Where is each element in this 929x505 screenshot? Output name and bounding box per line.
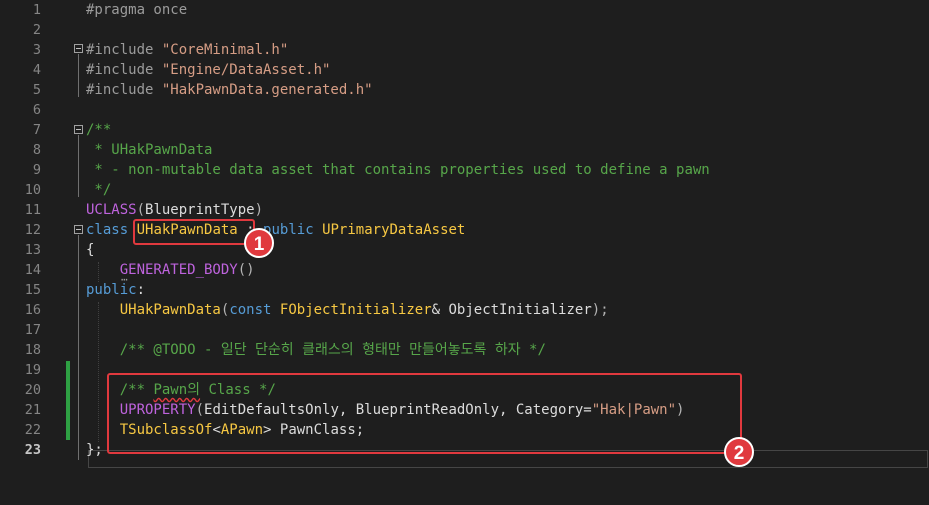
line-number: 21 — [24, 402, 41, 418]
line-number: 15 — [24, 282, 41, 298]
code-token: ObjectInitializer — [448, 302, 592, 318]
code-token: FObjectInitializer — [279, 302, 432, 318]
line-code: { — [86, 240, 94, 260]
code-token: ( — [136, 202, 146, 218]
code-token: ) — [254, 202, 264, 218]
code-token: "CoreMinimal.h" — [161, 42, 289, 58]
line-number: 12 — [24, 222, 41, 238]
line-code: /** — [86, 120, 111, 140]
line-number: 5 — [32, 82, 41, 98]
code-line[interactable]: 16 UHakPawnData(const FObjectInitializer… — [0, 300, 929, 320]
code-token: class — [86, 222, 129, 238]
highlight-box-class-name — [133, 219, 255, 245]
line-number: 14 — [24, 262, 41, 278]
line-number: 9 — [32, 162, 41, 178]
line-code: }; — [86, 440, 103, 460]
highlight-box-property — [107, 373, 742, 454]
code-token: { — [86, 242, 95, 258]
line-number: 10 — [24, 182, 41, 198]
line-code: #pragma once — [86, 0, 187, 20]
line-number: 8 — [32, 142, 41, 158]
code-token: * UHakPawnData — [86, 142, 213, 158]
code-token: /** — [86, 122, 112, 138]
code-token: ); — [591, 302, 609, 318]
line-number: 16 — [24, 302, 41, 318]
line-number: 6 — [32, 102, 41, 118]
code-editor[interactable]: 1 #pragma once 2 3 #include "CoreMinimal.h" 4… — [0, 0, 929, 505]
line-code: UCLASS(BlueprintType) — [86, 200, 263, 220]
line-number: 2 — [32, 22, 41, 38]
code-line[interactable]: 14 GENERATED_BODY() — [0, 260, 929, 280]
code-token: "HakPawnData.generated.h" — [161, 82, 373, 98]
line-code: */ — [86, 180, 111, 200]
line-number: 13 — [24, 242, 41, 258]
line-code: * - non-mutable data asset that contains… — [86, 160, 710, 180]
line-number: 17 — [24, 322, 41, 338]
code-token: }; — [86, 442, 103, 458]
line-number: 18 — [24, 342, 41, 358]
line-number: 7 — [32, 122, 41, 138]
line-number: 4 — [32, 62, 41, 78]
code-line[interactable]: 10 */ — [0, 180, 929, 200]
annotation-badge-2: 2 — [724, 437, 754, 467]
code-token: #include — [86, 42, 162, 58]
code-line[interactable]: 1 #pragma once — [0, 0, 929, 20]
line-code: * UHakPawnData — [86, 140, 212, 160]
code-line[interactable]: 2 — [0, 20, 929, 40]
code-token: /** @TODO - 일단 단순히 클래스의 형태만 만들어놓도록 하자 */ — [119, 342, 546, 358]
code-token: UPrimaryDataAsset — [322, 222, 466, 238]
code-token: #include — [86, 62, 162, 78]
line-number: 1 — [32, 2, 41, 18]
code-line[interactable]: 4 #include "Engine/DataAsset.h" — [0, 60, 929, 80]
line-number: 3 — [32, 42, 41, 58]
line-number: 22 — [24, 422, 41, 438]
code-token: () — [237, 262, 255, 278]
code-line[interactable]: 5 #include "HakPawnData.generated.h" — [0, 80, 929, 100]
line-code: UHakPawnData(const FObjectInitializer& O… — [86, 300, 609, 320]
code-token: BlueprintType — [145, 202, 255, 218]
code-line[interactable]: 11 UCLASS(BlueprintType) — [0, 200, 929, 220]
code-token: * - non-mutable data asset that contains… — [86, 162, 710, 178]
code-token: "Engine/DataAsset.h" — [161, 62, 331, 78]
line-number: 23 — [24, 442, 41, 458]
collapsed-hint-dots: ⋯ — [121, 273, 129, 286]
line-code: #include "HakPawnData.generated.h" — [86, 80, 373, 100]
code-line[interactable]: 7 /** — [0, 120, 929, 140]
line-code: #include "CoreMinimal.h" — [86, 40, 288, 60]
code-token: UCLASS — [86, 202, 137, 218]
code-line[interactable]: 6 — [0, 100, 929, 120]
code-token: #include — [86, 82, 162, 98]
code-line[interactable]: 15 public: — [0, 280, 929, 300]
line-code: #include "Engine/DataAsset.h" — [86, 60, 330, 80]
code-line[interactable]: 3 #include "CoreMinimal.h" — [0, 40, 929, 60]
line-number: 11 — [24, 202, 41, 218]
line-code: GENERATED_BODY() — [86, 260, 255, 280]
line-number: 19 — [24, 362, 41, 378]
code-line[interactable]: 17 — [0, 320, 929, 340]
code-token: const — [229, 302, 272, 318]
code-token: GENERATED_BODY — [119, 262, 238, 278]
code-token: & — [431, 302, 449, 318]
code-token: */ — [86, 182, 112, 198]
line-number: 20 — [24, 382, 41, 398]
code-token: public — [86, 282, 137, 298]
line-code: public: — [86, 280, 145, 300]
code-line[interactable]: 9 * - non-mutable data asset that contai… — [0, 160, 929, 180]
line-code: /** @TODO - 일단 단순히 클래스의 형태만 만들어놓도록 하자 */ — [86, 340, 546, 360]
code-token: : — [136, 282, 146, 298]
annotation-badge-1: 1 — [244, 228, 274, 258]
code-line[interactable]: 8 * UHakPawnData — [0, 140, 929, 160]
code-token: UHakPawnData — [119, 302, 221, 318]
code-token: #pragma once — [86, 2, 188, 18]
code-line[interactable]: 18 /** @TODO - 일단 단순히 클래스의 형태만 만들어놓도록 하자… — [0, 340, 929, 360]
